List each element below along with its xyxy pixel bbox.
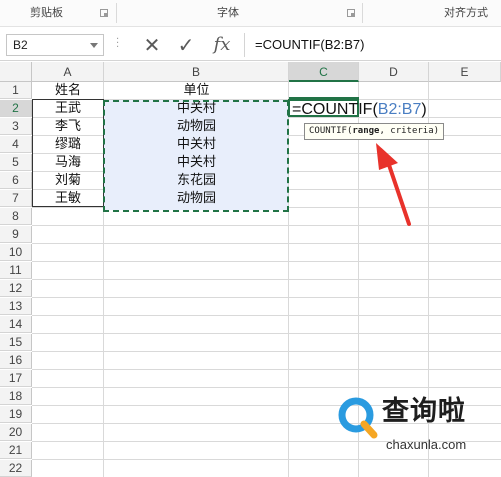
font-group-label: 字体 <box>217 6 239 19</box>
clipboard-dialog-launcher-icon[interactable] <box>100 9 108 17</box>
row-header-20[interactable]: 20 <box>0 424 32 441</box>
row-header-14[interactable]: 14 <box>0 316 32 333</box>
function-tooltip[interactable]: COUNTIF(range, criteria) <box>304 123 445 140</box>
row-header-6[interactable]: 6 <box>0 172 32 189</box>
row-header-9[interactable]: 9 <box>0 226 32 243</box>
clipboard-group-label: 剪贴板 <box>30 6 63 19</box>
row-header-17[interactable]: 17 <box>0 370 32 387</box>
row-header-12[interactable]: 12 <box>0 280 32 297</box>
row-header-19[interactable]: 19 <box>0 406 32 423</box>
cell-a1[interactable]: 姓名 <box>32 82 104 99</box>
row-header-22[interactable]: 22 <box>0 460 32 477</box>
column-header-e[interactable]: E <box>429 62 501 82</box>
column-header-b[interactable]: B <box>104 62 289 82</box>
cancel-icon[interactable]: ✕ <box>138 32 166 58</box>
ribbon-group-labels: 剪贴板 字体 对齐方式 <box>0 0 501 27</box>
tooltip-function-name[interactable]: COUNTIF <box>309 126 347 136</box>
formula-prefix: =COUNTIF( <box>292 101 378 118</box>
logo-handle <box>360 420 378 439</box>
row-header-4[interactable]: 4 <box>0 136 32 153</box>
formula-range-ref: B2:B7 <box>377 101 422 118</box>
name-column-border <box>32 99 104 207</box>
alignment-group-label: 对齐方式 <box>444 6 488 19</box>
ribbon-separator <box>362 3 363 23</box>
tooltip-arg-range: range <box>352 126 380 136</box>
formula-bar: B2 · · · ✕ ✓ fx =COUNTIF(B2:B7) <box>0 27 501 61</box>
row-header-2[interactable]: 2 <box>0 100 32 117</box>
row-header-13[interactable]: 13 <box>0 298 32 315</box>
formula-buttons: ✕ ✓ fx <box>132 32 242 58</box>
row-header-21[interactable]: 21 <box>0 442 32 459</box>
row-header-8[interactable]: 8 <box>0 208 32 225</box>
column-header-a[interactable]: A <box>32 62 104 82</box>
watermark-logo: 查询啦 chaxunla.com <box>336 393 496 461</box>
row-header-1[interactable]: 1 <box>0 82 32 99</box>
cell-b1[interactable]: 单位 <box>104 82 289 99</box>
row-header-5[interactable]: 5 <box>0 154 32 171</box>
logo-title: 查询啦 <box>382 396 466 427</box>
formula-input[interactable]: =COUNTIF(B2:B7) <box>244 33 499 57</box>
column-header-c[interactable]: C <box>289 62 359 82</box>
ribbon-separator <box>116 3 117 23</box>
row-header-16[interactable]: 16 <box>0 352 32 369</box>
name-box[interactable]: B2 <box>6 34 104 56</box>
row-header-18[interactable]: 18 <box>0 388 32 405</box>
formula-bar-resize-handle[interactable]: · · · <box>116 35 119 53</box>
row-header-11[interactable]: 11 <box>0 262 32 279</box>
cell-edit-formula[interactable]: =COUNTIF(B2:B7) <box>292 100 427 120</box>
chevron-down-icon[interactable] <box>90 43 98 48</box>
name-box-value: B2 <box>13 38 28 52</box>
row-header-7[interactable]: 7 <box>0 190 32 207</box>
row-header-15[interactable]: 15 <box>0 334 32 351</box>
enter-check-icon[interactable]: ✓ <box>172 32 200 58</box>
range-marquee <box>103 100 289 212</box>
insert-function-icon[interactable]: fx <box>208 32 236 58</box>
formula-suffix: ) <box>421 101 427 118</box>
row-header-10[interactable]: 10 <box>0 244 32 261</box>
magnifier-logo-icon <box>338 397 378 439</box>
select-all-corner[interactable] <box>0 62 32 82</box>
logo-url: chaxunla.com <box>386 437 467 452</box>
row-header-3[interactable]: 3 <box>0 118 32 135</box>
font-dialog-launcher-icon[interactable] <box>347 9 355 17</box>
column-header-d[interactable]: D <box>359 62 429 82</box>
tooltip-arg-rest: , criteria) <box>379 126 440 136</box>
